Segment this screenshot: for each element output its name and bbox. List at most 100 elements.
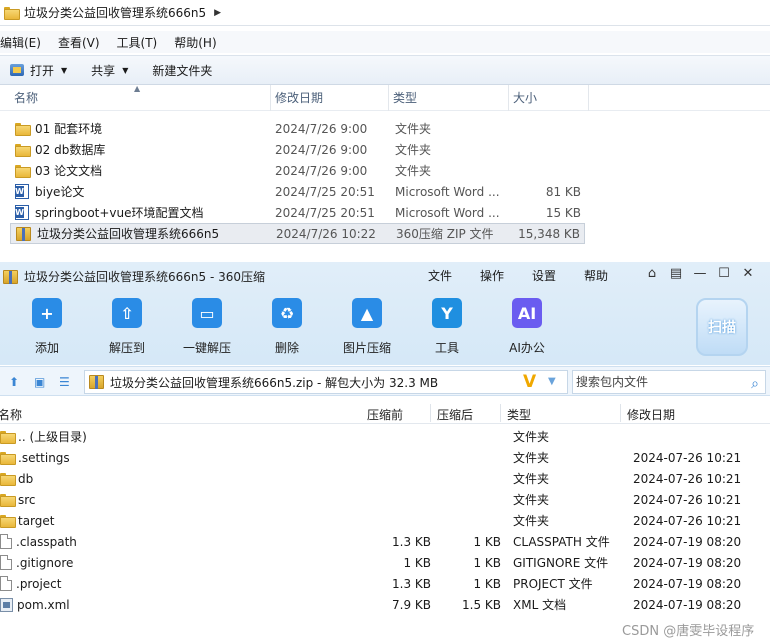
zip-path-bar: ⬆ ▣ ☰ 垃圾分类公益回收管理系统666n5.zip - 解包大小为 32.3… — [0, 366, 770, 396]
zip-file-type: 文件夹 — [513, 451, 550, 465]
file-row[interactable]: 03 论文文档 2024/7/26 9:00 文件夹 — [10, 160, 585, 181]
scan-button[interactable]: 扫描 — [696, 298, 748, 356]
search-input[interactable]: 搜索包内文件 ⌕ — [572, 370, 766, 394]
tool-label: 工具 — [434, 341, 459, 355]
tool-button[interactable]: ⇧ 解压到 — [87, 298, 167, 356]
ai-office-icon: AI — [512, 298, 542, 328]
zip-file-type: 文件夹 — [513, 472, 550, 486]
zip-file-name: target — [18, 513, 55, 528]
file-row[interactable]: springboot+vue环境配置文档 2024/7/25 20:51 Micro… — [10, 202, 585, 223]
up-arrow-icon[interactable]: ⬆ — [9, 375, 19, 389]
chevron-down-icon[interactable]: ▼ — [61, 66, 67, 75]
search-placeholder: 搜索包内文件 — [576, 375, 649, 389]
file-size: 15,348 KB — [518, 226, 580, 241]
extract-to-icon: ⇧ — [112, 298, 142, 328]
menu-help[interactable]: 帮助(H) — [174, 34, 216, 51]
zip-file-row[interactable]: target 文件夹 2024-07-26 10:21 — [0, 510, 770, 531]
zip-file-row[interactable]: .project 1.3 KB 1 KB PROJECT 文件 2024-07-19 0… — [0, 573, 770, 594]
tool-button[interactable]: Y 工具 — [407, 298, 487, 356]
zip-column-name[interactable]: 名称 — [0, 406, 22, 423]
zip-name-cell: pom.xml — [0, 597, 70, 612]
tool-button[interactable]: ♻ 删除 — [247, 298, 327, 356]
word-icon — [15, 205, 29, 220]
chevron-down-icon[interactable]: ▼ — [548, 376, 556, 387]
file-row[interactable]: 01 配套环境 2024/7/26 9:00 文件夹 — [10, 118, 585, 139]
zip-column-after[interactable]: 压缩后 — [437, 406, 473, 423]
column-name[interactable]: 名称 — [10, 85, 271, 111]
file-name-cell: 01 配套环境 — [15, 120, 102, 137]
chevron-down-icon[interactable]: ▼ — [122, 66, 128, 75]
feedback-icon[interactable]: ▤ — [664, 266, 688, 281]
zip-menu-file[interactable]: 文件 — [428, 267, 452, 284]
column-size[interactable]: 大小 — [509, 85, 589, 111]
new-folder-button[interactable]: 新建文件夹 — [152, 62, 212, 79]
image-compress-icon: ▲ — [352, 298, 382, 328]
zip-file-row[interactable]: src 文件夹 2024-07-26 10:21 — [0, 489, 770, 510]
desktop: 垃圾分类公益回收管理系统666n5 ▶ 编辑(E) 查看(V) 工具(T) 帮助… — [0, 0, 770, 642]
tool-button[interactable]: AI AI办公 — [487, 298, 567, 356]
breadcrumb-arrow-icon[interactable]: ▶ — [214, 8, 221, 18]
file-row[interactable]: biye论文 2024/7/25 20:51 Microsoft Word ... 8… — [10, 181, 585, 202]
zip-menu-help[interactable]: 帮助 — [584, 267, 608, 284]
zip-file-type: XML 文档 — [513, 598, 567, 612]
tool-button[interactable]: ▲ 图片压缩 — [327, 298, 407, 356]
zip-file-row[interactable]: db 文件夹 2024-07-26 10:21 — [0, 468, 770, 489]
zip-file-type: 文件夹 — [513, 430, 550, 444]
zip-file-row[interactable]: pom.xml 7.9 KB 1.5 KB XML 文档 2024-07-19 08:2… — [0, 594, 770, 615]
open-label: 打开 — [30, 63, 55, 78]
tool-label: 图片压缩 — [342, 341, 391, 355]
menu-tools[interactable]: 工具(T) — [117, 34, 158, 51]
zip-file-row[interactable]: .. (上级目录) 文件夹 — [0, 426, 770, 447]
path-field[interactable]: 垃圾分类公益回收管理系统666n5.zip - 解包大小为 32.3 MB V … — [84, 370, 568, 394]
breadcrumb-current[interactable]: 垃圾分类公益回收管理系统666n5 — [24, 4, 206, 21]
column-divider — [500, 404, 501, 422]
zip-name-cell: .project — [0, 576, 61, 591]
folder-icon — [15, 144, 31, 157]
explorer-toolbar: 打开 ▼ 共享 ▼ 新建文件夹 — [0, 55, 770, 85]
zip-icon — [3, 269, 18, 284]
zip-column-before[interactable]: 压缩前 — [367, 406, 403, 423]
folder-icon — [0, 515, 16, 528]
zip-file-date: 2024-07-19 08:20 — [633, 576, 742, 591]
address-bar[interactable]: 垃圾分类公益回收管理系统666n5 ▶ — [0, 0, 770, 26]
minimize-icon[interactable]: — — [688, 266, 712, 281]
tool-label: 删除 — [274, 341, 299, 355]
zip-file-name: .settings — [18, 450, 70, 465]
tool-button[interactable]: ▭ 一键解压 — [167, 298, 247, 356]
zip-size-before: 1.3 KB — [392, 576, 431, 591]
zip-menu-operate[interactable]: 操作 — [480, 267, 504, 284]
file-name-cell: 02 db数据库 — [15, 141, 105, 158]
zip-file-row[interactable]: .classpath 1.3 KB 1 KB CLASSPATH 文件 2024-07-… — [0, 531, 770, 552]
column-date[interactable]: 修改日期 — [271, 85, 389, 111]
verified-icon[interactable]: V — [523, 372, 536, 392]
file-type: 360压缩 ZIP 文件 — [396, 227, 494, 241]
file-name: 垃圾分类公益回收管理系统666n5 — [37, 227, 220, 241]
file-row[interactable]: 垃圾分类公益回收管理系统666n5 2024/7/26 10:22 360压缩 ZI… — [10, 223, 585, 244]
zip-column-date[interactable]: 修改日期 — [627, 406, 675, 423]
search-icon[interactable]: ⌕ — [751, 373, 759, 395]
file-date: 2024/7/26 9:00 — [275, 142, 368, 157]
share-button[interactable]: 共享 ▼ — [91, 62, 128, 79]
open-button[interactable]: 打开 ▼ — [10, 62, 67, 79]
tool-button[interactable]: + 添加 — [7, 298, 87, 356]
zip-column-type[interactable]: 类型 — [507, 406, 531, 423]
file-type: Microsoft Word ... — [395, 184, 500, 199]
zip-name-cell: db — [0, 472, 33, 486]
skin-icon[interactable]: ⌂ — [640, 266, 664, 281]
list-view-icon[interactable]: ☰ — [59, 375, 70, 389]
menu-view[interactable]: 查看(V) — [58, 34, 100, 51]
file-name-cell: 垃圾分类公益回收管理系统666n5 — [16, 225, 219, 242]
column-type[interactable]: 类型 — [389, 85, 509, 111]
maximize-icon[interactable]: ☐ — [712, 266, 736, 281]
zip-file-row[interactable]: .settings 文件夹 2024-07-26 10:21 — [0, 447, 770, 468]
zip-file-row[interactable]: .gitignore 1 KB 1 KB GITIGNORE 文件 2024-07-19… — [0, 552, 770, 573]
close-icon[interactable]: ✕ — [736, 266, 760, 281]
menu-edit[interactable]: 编辑(E) — [0, 34, 41, 51]
zip-size-before: 1.3 KB — [392, 534, 431, 549]
file-row[interactable]: 02 db数据库 2024/7/26 9:00 文件夹 — [10, 139, 585, 160]
thumbnail-view-icon[interactable]: ▣ — [34, 375, 45, 389]
zip-menu-settings[interactable]: 设置 — [532, 267, 556, 284]
file-date: 2024/7/26 9:00 — [275, 163, 368, 178]
folder-icon — [0, 431, 16, 444]
zip-file-type: 文件夹 — [513, 493, 550, 507]
